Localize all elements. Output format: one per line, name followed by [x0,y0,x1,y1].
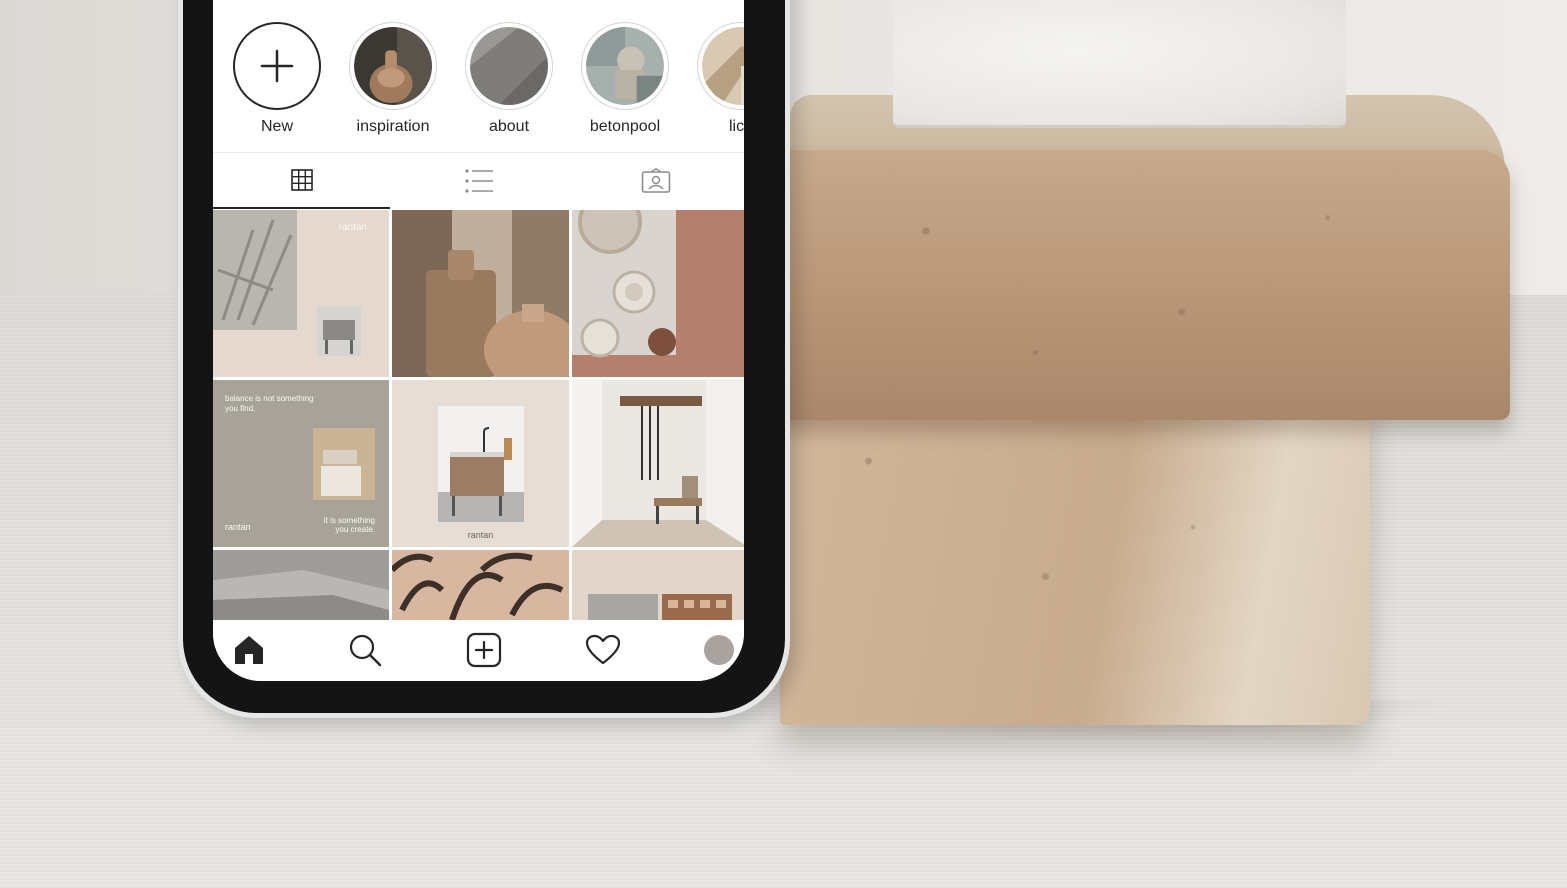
post-brand-label: rantan [225,522,251,533]
story-betonpool-thumbnail [586,27,664,105]
post-grid: rantan balance is not something you find… [213,210,744,622]
story-about-ring[interactable] [465,22,553,110]
nav-search-button[interactable] [347,632,383,668]
post-image [572,550,744,622]
search-icon [349,634,382,667]
bottom-navigation [213,620,744,681]
story-inspiration-thumbnail [354,27,432,105]
profile-avatar [704,635,734,665]
story-label: betonpool [589,118,661,135]
plus-icon [260,49,294,83]
post-image [572,380,744,547]
story-inspiration-ring[interactable] [349,22,437,110]
story-lich-thumbnail [702,27,744,105]
profile-view-tabs [213,152,744,209]
post-tile[interactable]: balance is not something you find, ranta… [213,380,389,547]
nav-activity-button[interactable] [585,632,621,668]
post-tile[interactable] [213,550,389,622]
post-tile[interactable] [572,550,744,622]
post-tile[interactable]: rantan [392,380,569,547]
nav-add-post-button[interactable] [466,632,502,668]
post-tile[interactable]: rantan [213,210,389,377]
post-image [572,210,744,377]
stone-block-top [780,150,1510,420]
post-tile[interactable] [392,210,569,377]
add-post-icon [466,632,502,668]
story-lich[interactable]: lich [693,22,744,136]
post-quote-text: it is something you create. [323,515,375,535]
grid-icon [290,169,313,191]
story-label: about [488,118,530,135]
story-betonpool-ring[interactable] [581,22,669,110]
post-brand-label: rantan [338,222,367,233]
story-new-ring[interactable] [233,22,321,110]
post-quote-text: balance is not something you find, [225,394,314,413]
tab-list[interactable] [390,153,567,209]
post-image [392,380,569,547]
post-image [213,550,389,622]
story-label: New [260,118,293,135]
story-inspiration[interactable]: inspiration [345,22,441,136]
post-brand-label: rantan [467,530,494,541]
nav-home-button[interactable] [231,632,267,668]
story-lich-ring[interactable] [697,22,744,110]
phone-screen: New inspiration about betonpool lic rant… [213,0,744,681]
post-image [392,210,569,377]
list-icon [464,169,493,193]
tab-grid[interactable] [213,153,390,209]
plaster-block [893,0,1346,128]
tagged-icon [641,168,670,193]
tab-tagged[interactable] [567,153,744,209]
post-tile[interactable] [572,380,744,547]
post-tile[interactable] [572,210,744,377]
home-icon [235,636,263,664]
story-label: lich [728,118,744,135]
story-betonpool[interactable]: betonpool [577,22,673,136]
post-tile[interactable] [392,550,569,622]
story-about[interactable]: about [461,22,557,136]
heart-icon [585,634,621,665]
post-image [392,550,569,622]
story-new[interactable]: New [229,22,325,136]
post-image [213,210,389,377]
stone-block-bottom [780,395,1370,725]
nav-profile-button[interactable] [701,632,737,668]
story-label: inspiration [356,118,430,135]
story-highlights: New inspiration about betonpool lic [213,0,744,150]
story-about-thumbnail [470,27,548,105]
